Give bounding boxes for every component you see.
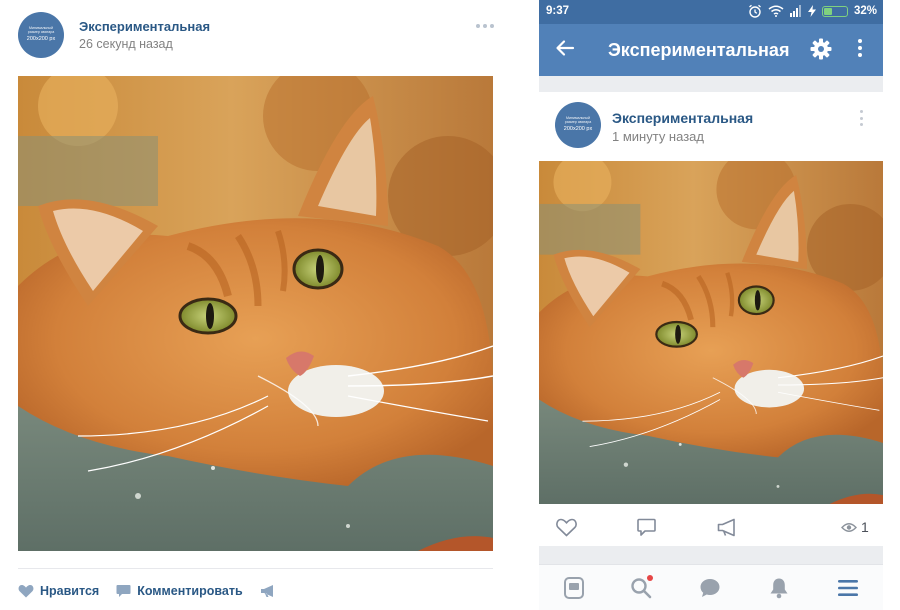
share-button[interactable] <box>260 584 276 598</box>
avatar[interactable]: Минимальный размер аватара 200x200 px <box>18 12 64 58</box>
desktop-post: Минимальный размер аватара 200x200 px Эк… <box>0 0 520 610</box>
tab-menu[interactable] <box>835 575 861 601</box>
wifi-icon <box>768 5 784 17</box>
notifications-icon <box>770 578 788 599</box>
notification-dot <box>647 575 653 581</box>
avatar-size: 200x200 px <box>26 35 56 42</box>
comment-button[interactable]: Комментировать <box>116 584 243 598</box>
post-photo[interactable] <box>18 76 493 551</box>
tab-notifications[interactable] <box>766 575 792 601</box>
menu-icon <box>838 580 858 596</box>
post-time[interactable]: 1 минуту назад <box>612 129 704 144</box>
post-author[interactable]: Экспериментальная <box>79 19 210 34</box>
signal-icon <box>789 5 801 17</box>
cat-image <box>539 161 883 504</box>
tab-news[interactable] <box>561 575 587 601</box>
eye-icon <box>841 522 857 532</box>
back-arrow-icon[interactable] <box>555 38 575 58</box>
views-count: 1 <box>841 519 869 535</box>
tab-messages[interactable] <box>697 575 723 601</box>
tab-search[interactable] <box>628 575 654 601</box>
avatar-size: 200x200 px <box>563 125 593 132</box>
heart-icon <box>18 585 34 598</box>
news-icon <box>564 577 584 599</box>
mobile-screen: 9:37 32% Экспериментальная Минимальный р… <box>539 0 883 610</box>
divider <box>18 568 493 569</box>
more-icon[interactable] <box>857 110 865 126</box>
header-title: Экспериментальная <box>608 40 790 60</box>
more-vertical-icon[interactable] <box>856 38 864 58</box>
messages-icon <box>700 579 720 597</box>
battery-percent: 32% <box>853 5 877 17</box>
mobile-post: Минимальный размер аватара 200x200 px Эк… <box>539 92 883 546</box>
status-time: 9:37 <box>546 5 570 17</box>
avatar-caption: Минимальный размер аватара <box>564 116 592 125</box>
avatar[interactable]: Минимальный размер аватара 200x200 px <box>555 102 601 148</box>
cat-image <box>18 76 493 551</box>
app-header: Экспериментальная <box>539 24 883 76</box>
like-button[interactable]: Нравится <box>18 584 99 598</box>
views-value: 1 <box>861 519 869 535</box>
status-icons: 32% <box>748 4 877 18</box>
comment-icon <box>116 585 131 597</box>
post-author[interactable]: Экспериментальная <box>612 110 753 126</box>
tab-bar <box>539 564 883 610</box>
avatar-caption: Минимальный размер аватара <box>27 26 55 35</box>
heart-icon[interactable] <box>556 518 577 537</box>
post-time[interactable]: 26 секунд назад <box>79 37 173 51</box>
gear-icon[interactable] <box>810 38 832 60</box>
more-icon[interactable] <box>474 20 496 32</box>
comment-icon[interactable] <box>637 518 656 537</box>
charging-icon <box>807 5 816 17</box>
battery-icon <box>821 5 848 17</box>
alarm-icon <box>749 4 761 18</box>
share-icon <box>260 585 273 597</box>
share-icon[interactable] <box>717 518 737 537</box>
status-bar: 9:37 32% <box>539 0 883 24</box>
post-actions: Нравится Комментировать <box>18 581 293 601</box>
post-photo[interactable] <box>539 161 883 504</box>
comment-label: Комментировать <box>137 584 243 598</box>
like-label: Нравится <box>40 584 100 598</box>
